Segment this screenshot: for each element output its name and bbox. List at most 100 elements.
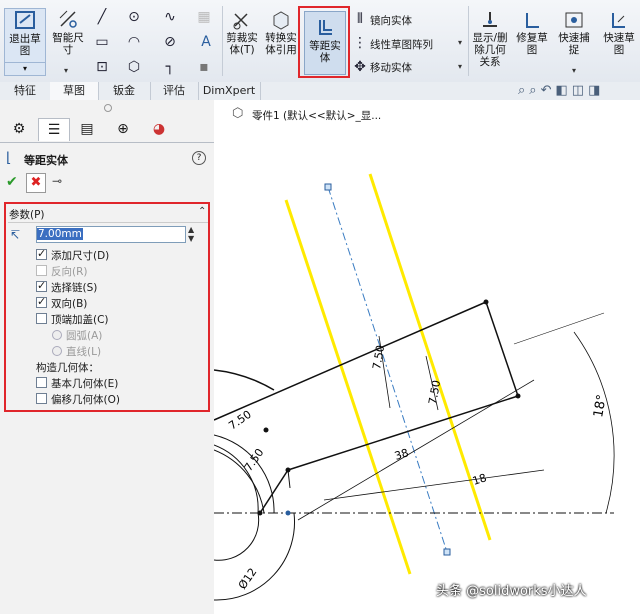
offset-line-left[interactable] bbox=[284, 199, 412, 575]
dim-38-label[interactable]: 38 bbox=[393, 446, 410, 463]
tab-dimxpert[interactable]: DimXpert bbox=[198, 82, 261, 100]
slot-corner[interactable] bbox=[287, 469, 291, 489]
tab-sheet-metal[interactable]: 钣金 bbox=[98, 82, 151, 100]
line-tool-icon[interactable]: ╱ bbox=[92, 8, 112, 26]
dim-750-label[interactable]: 7.50 bbox=[370, 344, 387, 370]
quick-snaps-dropdown[interactable]: ▾ bbox=[572, 66, 576, 75]
configuration-manager-tab-icon[interactable]: ▤ bbox=[72, 118, 102, 140]
bidirectional-checkbox[interactable] bbox=[36, 295, 47, 308]
trim-label-2: 体(T) bbox=[229, 44, 255, 56]
polygon-tool-icon[interactable]: ⬡ bbox=[124, 58, 144, 76]
section-divider bbox=[8, 222, 208, 223]
select-chain-checkbox[interactable] bbox=[36, 279, 47, 292]
arc-tool-icon[interactable]: ◠ bbox=[124, 33, 144, 51]
relations-label-2: 除几何 bbox=[474, 44, 506, 56]
move-dropdown[interactable]: ▾ bbox=[458, 62, 462, 71]
ribbon-separator bbox=[222, 6, 223, 76]
linear-pattern-icon[interactable]: ⋮ bbox=[350, 34, 370, 52]
diameter-label[interactable]: Ø12 bbox=[236, 566, 260, 592]
trim-entities-button[interactable]: 剪裁实 体(T) bbox=[224, 10, 260, 70]
lower-arc[interactable] bbox=[214, 512, 260, 561]
cap-ends-checkbox[interactable] bbox=[36, 313, 47, 324]
vertex[interactable] bbox=[285, 467, 291, 473]
relations-icon bbox=[483, 12, 497, 27]
zoom-to-fit-icon[interactable]: ⌕ bbox=[518, 83, 529, 98]
exit-sketch-button[interactable]: 退出草 图 ▾ bbox=[4, 8, 46, 76]
move-icon[interactable]: ✥ bbox=[350, 58, 370, 76]
point-tool-icon[interactable]: ▪ bbox=[194, 58, 214, 76]
dim-750-label-3[interactable]: 7.50 bbox=[226, 408, 254, 433]
vertex[interactable] bbox=[263, 427, 269, 433]
vertex[interactable] bbox=[515, 393, 521, 399]
circle-tool-icon[interactable]: ⊙ bbox=[124, 8, 144, 26]
display-delete-relations-button[interactable]: 显示/删 除几何 关系 bbox=[470, 10, 510, 76]
distance-spinner[interactable]: ▲ ▼ bbox=[188, 225, 194, 243]
origin-point[interactable] bbox=[285, 510, 291, 516]
collapse-icon[interactable]: ⌃ bbox=[198, 206, 206, 217]
smart-dim-dropdown[interactable]: ▾ bbox=[64, 66, 68, 75]
angle-label[interactable]: 18° bbox=[591, 393, 610, 418]
offset-geometry-checkbox[interactable] bbox=[36, 393, 47, 404]
lower-arc-2[interactable] bbox=[214, 512, 295, 601]
distance-input[interactable]: 7.00mm bbox=[36, 226, 186, 243]
text-tool-icon[interactable]: A bbox=[196, 33, 216, 51]
section-view-icon[interactable]: ◧ bbox=[555, 83, 571, 98]
construction-label: 构造几何体： bbox=[36, 362, 99, 374]
rapid-sketch-label-2: 图 bbox=[613, 44, 625, 56]
move-entities-button[interactable]: 移动实体 bbox=[370, 60, 412, 75]
repair-sketch-button[interactable]: 修复草 图 bbox=[514, 10, 550, 70]
slot-end-line[interactable] bbox=[485, 301, 519, 397]
cancel-button[interactable]: ✖ bbox=[26, 173, 46, 193]
offset-entities-button[interactable]: 等距实 体 bbox=[304, 11, 346, 75]
add-dimension-checkbox[interactable] bbox=[36, 247, 47, 260]
rectangle-tool-icon[interactable]: ▭ bbox=[92, 33, 112, 51]
base-geometry-checkbox[interactable] bbox=[36, 377, 47, 388]
view-orientation-icon[interactable]: ◫ bbox=[572, 83, 588, 98]
vertex[interactable] bbox=[483, 299, 489, 305]
rapid-sketch-button[interactable]: 快速草 图 bbox=[600, 10, 638, 70]
dim-750-label-2[interactable]: 7.50 bbox=[426, 379, 443, 405]
smart-dimension-button[interactable]: 智能尺 寸 bbox=[50, 8, 86, 68]
zoom-area-icon[interactable]: ⌕ bbox=[529, 83, 540, 98]
distance-value: 7.00mm bbox=[37, 228, 83, 240]
help-icon[interactable]: ? bbox=[192, 151, 206, 165]
tab-evaluate[interactable]: 评估 bbox=[150, 82, 199, 100]
lines-radio[interactable] bbox=[52, 346, 62, 356]
graphics-area[interactable]: ⬡ 零件1 (默认<<默认>_显... 7.50 7.50 7.50 7.50 … bbox=[214, 100, 640, 614]
centerline-endpoint-top[interactable] bbox=[324, 183, 332, 191]
fillet-tool-icon[interactable]: ┐ bbox=[160, 58, 180, 76]
hole-arc[interactable] bbox=[214, 434, 275, 514]
dimxpert-manager-tab-icon[interactable]: ⊕ bbox=[108, 118, 138, 140]
spline-tool-icon[interactable]: ∿ bbox=[160, 8, 180, 26]
tab-sketch[interactable]: 草图 bbox=[50, 82, 99, 100]
reverse-checkbox[interactable] bbox=[36, 265, 47, 276]
slot-tool-icon[interactable]: ⊡ bbox=[92, 58, 112, 76]
watermark: 头条 @solidworks小达人 bbox=[436, 584, 587, 599]
display-manager-tab-icon[interactable]: ◕ bbox=[144, 118, 174, 140]
rapid-sketch-icon bbox=[612, 13, 625, 28]
panel-splitter-handle[interactable] bbox=[104, 104, 112, 112]
exit-sketch-dropdown[interactable]: ▾ bbox=[5, 62, 45, 75]
mirror-icon[interactable]: ⫴ bbox=[350, 10, 370, 28]
quick-snaps-button[interactable]: 快速捕 捉 bbox=[556, 10, 592, 70]
display-style-icon[interactable]: ◨ bbox=[588, 83, 604, 98]
outer-arc[interactable] bbox=[214, 369, 275, 391]
property-manager-tab-icon[interactable]: ☰ bbox=[38, 118, 70, 141]
view-toolbar: ⌕⌕↶◧◫◨ bbox=[518, 83, 604, 98]
pin-icon[interactable]: ⊸ bbox=[52, 174, 62, 188]
centerline-endpoint-bottom[interactable] bbox=[443, 548, 451, 556]
previous-view-icon[interactable]: ↶ bbox=[541, 83, 556, 98]
ok-button[interactable]: ✔ bbox=[6, 174, 18, 190]
dim-18-label[interactable]: 18 bbox=[471, 471, 488, 488]
mirror-entities-button[interactable]: 镜向实体 bbox=[370, 13, 412, 28]
linear-pattern-dropdown[interactable]: ▾ bbox=[458, 38, 462, 47]
tab-features[interactable]: 特征 bbox=[0, 82, 51, 100]
feature-manager-tab-icon[interactable]: ⚙ bbox=[4, 118, 34, 140]
ellipse-tool-icon[interactable]: ⊘ bbox=[160, 33, 180, 51]
arcs-radio[interactable] bbox=[52, 330, 62, 340]
convert-entities-button[interactable]: 转换实 体引用 bbox=[262, 10, 300, 70]
grid-tool-icon[interactable]: ▦ bbox=[194, 8, 214, 26]
linear-pattern-button[interactable]: 线性草图阵列 bbox=[370, 37, 433, 52]
offset-line-right[interactable] bbox=[368, 173, 492, 541]
angle-dim-arc[interactable] bbox=[573, 331, 615, 514]
